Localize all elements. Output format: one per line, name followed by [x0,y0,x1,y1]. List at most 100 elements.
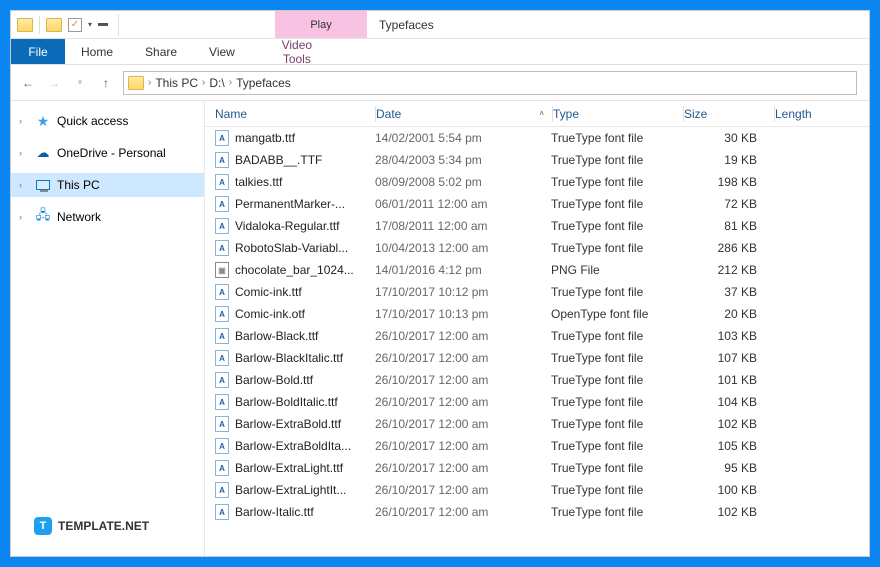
breadcrumb-folder[interactable]: Typefaces [236,76,291,90]
file-row[interactable]: ▣chocolate_bar_1024...14/01/2016 4:12 pm… [205,259,869,281]
file-row[interactable]: APermanentMarker-...06/01/2011 12:00 amT… [205,193,869,215]
cell-name: Amangatb.ttf [205,130,375,146]
cell-size: 212 KB [681,263,771,277]
cell-name: A Barlow-BoldItalic.ttf [205,394,375,410]
file-row[interactable]: ABarlow-Black.ttf26/10/2017 12:00 amTrue… [205,325,869,347]
tab-view[interactable]: View [193,39,251,64]
chevron-right-icon[interactable]: › [19,212,29,222]
header-date[interactable]: Date ˄ [376,107,552,121]
breadcrumb-this-pc[interactable]: This PC [155,76,198,90]
recent-dropdown-icon[interactable]: ▾ [71,74,89,92]
star-icon: ★ [35,113,51,129]
cell-date: 26/10/2017 12:00 am [375,417,551,431]
file-row[interactable]: ABADABB__.TTF28/04/2003 5:34 pmTrueType … [205,149,869,171]
chevron-right-icon[interactable]: › [19,180,29,190]
file-name: Vidaloka-Regular.ttf [235,219,340,233]
cell-size: 104 KB [681,395,771,409]
file-type-icon: ▣ [215,262,229,278]
chevron-down-icon[interactable]: ▾ [88,20,92,29]
file-row[interactable]: A Barlow-BoldItalic.ttf 26/10/2017 12:00 a… [205,391,869,413]
cell-type: TrueType font file [551,329,681,343]
tab-home[interactable]: Home [65,39,129,64]
cell-size: 102 KB [681,417,771,431]
separator [118,14,119,36]
file-row[interactable]: A Barlow-ExtraLightIt... 26/10/2017 12:00 … [205,479,869,501]
cell-date: 26/10/2017 12:00 am [375,505,551,519]
titlebar: ✓ ▾ Play Typefaces [11,11,869,39]
sidebar-item-onedrive[interactable]: › ☁ OneDrive - Personal [11,141,204,165]
cell-size: 198 KB [681,175,771,189]
file-row[interactable]: AVidaloka-Regular.ttf17/08/2011 12:00 am… [205,215,869,237]
file-name: Comic-ink.ttf [235,285,302,299]
header-type[interactable]: Type [553,107,683,121]
chevron-right-icon[interactable]: › [19,148,29,158]
file-row[interactable]: ABarlow-Bold.ttf26/10/2017 12:00 amTrueT… [205,369,869,391]
file-type-icon: A [215,372,229,388]
sidebar-label: OneDrive - Personal [57,146,166,160]
cell-name: AComic-ink.otf [205,306,375,322]
chevron-right-icon[interactable]: › [202,77,205,88]
header-name[interactable]: Name [205,107,375,121]
chevron-right-icon[interactable]: › [148,77,151,88]
breadcrumb-drive[interactable]: D:\ [209,76,224,90]
tab-share[interactable]: Share [129,39,193,64]
file-name: BADABB__.TTF [235,153,322,167]
cell-size: 37 KB [681,285,771,299]
header-size[interactable]: Size [684,107,774,121]
cell-date: 28/04/2003 5:34 pm [375,153,551,167]
file-type-icon: A [215,394,229,410]
cell-date: 17/08/2011 12:00 am [375,219,551,233]
file-list: Name Date ˄ Type Size Length Amangatb.tt… [205,101,869,556]
minimize-toggle-icon[interactable] [98,23,108,26]
file-name: Barlow-BlackItalic.ttf [235,351,343,365]
file-row[interactable]: Amangatb.ttf14/02/2001 5:54 pmTrueType f… [205,127,869,149]
file-name: PermanentMarker-... [235,197,345,211]
sidebar-item-quick-access[interactable]: › ★ Quick access [11,109,204,133]
file-name: Barlow-ExtraBoldIta... [235,439,351,453]
cell-size: 95 KB [681,461,771,475]
folder-icon[interactable] [46,18,62,32]
sidebar-label: Network [57,210,101,224]
folder-icon [128,76,144,90]
cell-type: PNG File [551,263,681,277]
network-icon: 🖧 [35,209,51,225]
cell-type: TrueType font file [551,351,681,365]
file-row[interactable]: ARobotoSlab-Variabl...10/04/2013 12:00 a… [205,237,869,259]
sidebar-label: This PC [57,178,100,192]
file-row[interactable]: AComic-ink.ttf17/10/2017 10:12 pmTrueTyp… [205,281,869,303]
cell-date: 26/10/2017 12:00 am [375,395,551,409]
cell-date: 26/10/2017 12:00 am [375,483,551,497]
chevron-right-icon[interactable]: › [19,116,29,126]
tab-file[interactable]: File [11,39,65,64]
folder-icon [17,18,33,32]
file-row[interactable]: ABarlow-Italic.ttf26/10/2017 12:00 amTru… [205,501,869,523]
chevron-right-icon[interactable]: › [229,77,232,88]
file-type-icon: A [215,482,229,498]
cell-type: OpenType font file [551,307,681,321]
forward-button[interactable]: → [45,74,63,92]
cell-date: 17/10/2017 10:13 pm [375,307,551,321]
file-row[interactable]: AComic-ink.otf17/10/2017 10:13 pmOpenTyp… [205,303,869,325]
cell-date: 26/10/2017 12:00 am [375,373,551,387]
file-row[interactable]: ABarlow-ExtraBoldIta...26/10/2017 12:00 … [205,435,869,457]
tab-video-tools[interactable]: Video Tools [251,39,343,64]
file-name: Barlow-ExtraBold.ttf [235,417,341,431]
cell-size: 101 KB [681,373,771,387]
properties-icon[interactable]: ✓ [68,18,82,32]
file-row[interactable]: ABarlow-ExtraLight.ttf26/10/2017 12:00 a… [205,457,869,479]
file-name: Barlow-BoldItalic.ttf [235,395,338,409]
file-row[interactable]: ABarlow-BlackItalic.ttf26/10/2017 12:00 … [205,347,869,369]
cell-size: 72 KB [681,197,771,211]
address-bar[interactable]: › This PC › D:\ › Typefaces [123,71,857,95]
sidebar-item-this-pc[interactable]: › This PC [11,173,204,197]
file-row[interactable]: Atalkies.ttf08/09/2008 5:02 pmTrueType f… [205,171,869,193]
cell-size: 30 KB [681,131,771,145]
up-button[interactable]: ↑ [97,74,115,92]
sidebar-item-network[interactable]: › 🖧 Network [11,205,204,229]
file-row[interactable]: ABarlow-ExtraBold.ttf26/10/2017 12:00 am… [205,413,869,435]
header-length[interactable]: Length [775,107,845,121]
cell-size: 20 KB [681,307,771,321]
cell-date: 26/10/2017 12:00 am [375,351,551,365]
file-name: Barlow-ExtraLightIt... [235,483,346,497]
back-button[interactable]: ← [19,74,37,92]
